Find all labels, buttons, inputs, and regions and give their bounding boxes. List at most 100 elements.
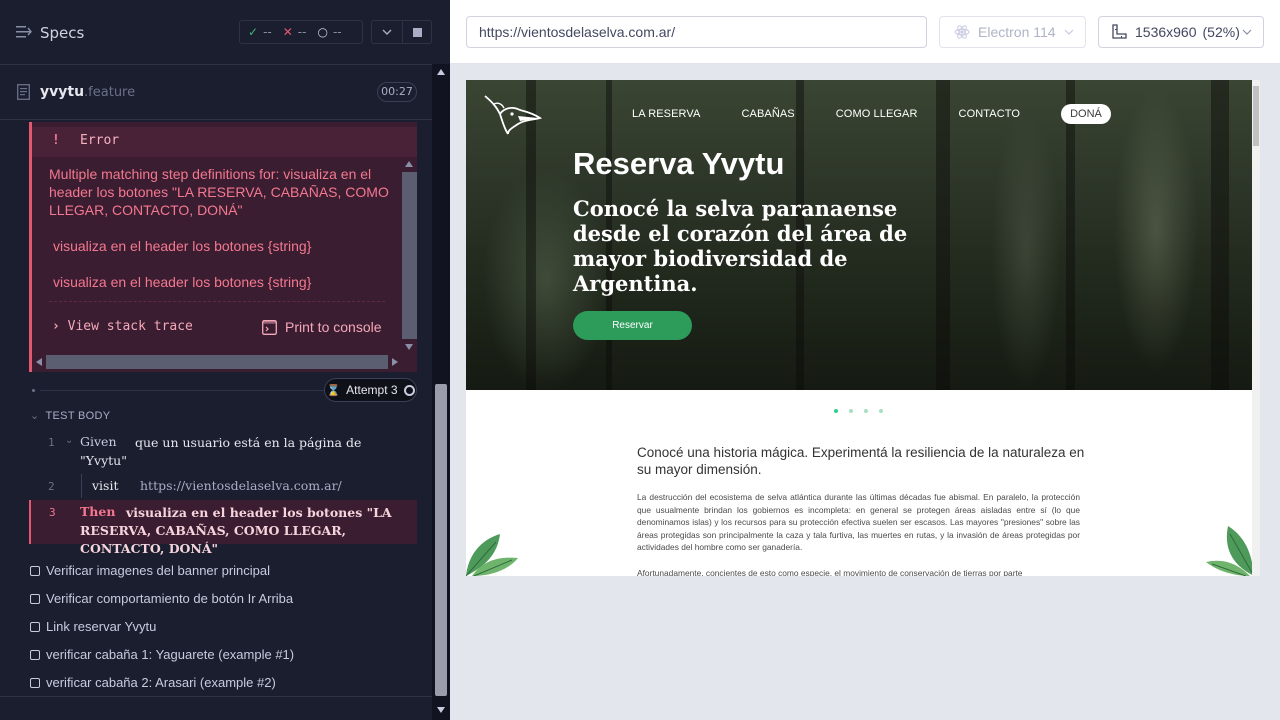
- nav-link-cabanas[interactable]: CABAÑAS: [741, 108, 794, 120]
- carousel-dots: [834, 409, 883, 413]
- viewport-selector[interactable]: 1536x960 (52%): [1098, 16, 1264, 48]
- pending-test-icon: [30, 621, 40, 632]
- toucan-logo-icon[interactable]: [482, 92, 542, 136]
- scroll-down-arrow-icon[interactable]: [437, 707, 445, 713]
- test-item[interactable]: verificar cabaña 2: Arasari (example #2): [30, 675, 276, 690]
- spec-duration: 00:27: [377, 82, 417, 102]
- error-icon: !: [52, 133, 60, 148]
- pending-count: --: [332, 25, 342, 39]
- view-stack-trace-button[interactable]: › View stack trace: [52, 319, 193, 334]
- scrollbar-thumb[interactable]: [402, 172, 417, 339]
- x-icon: ✕: [282, 25, 293, 39]
- command-message: que un usuario está en la página de "Yvy…: [80, 435, 362, 468]
- scrollbar-thumb[interactable]: [46, 355, 388, 369]
- attempt-marker: [32, 389, 35, 392]
- test-title: Verificar imagenes del banner principal: [46, 563, 271, 578]
- browser-toolbar: https://vientosdelaselva.com.ar/ Electro…: [450, 0, 1280, 64]
- command-row[interactable]: 1 ⌄ Given que un usuario está en la pági…: [29, 430, 417, 474]
- pending-test-icon: [30, 677, 40, 688]
- test-title: verificar cabaña 1: Yaguarete (example #…: [46, 647, 295, 662]
- command-number: 2: [48, 480, 55, 493]
- carousel-dot[interactable]: [834, 409, 838, 413]
- attempt-badge[interactable]: ⌛ Attempt 3: [324, 378, 417, 402]
- specs-header: Specs ✓ -- ✕ -- ○ --: [0, 0, 432, 65]
- scroll-right-arrow-icon[interactable]: [392, 358, 398, 366]
- print-to-console-button[interactable]: Print to console: [262, 319, 382, 335]
- browser-selector[interactable]: Electron 114: [939, 16, 1086, 48]
- test-item[interactable]: Verificar imagenes del banner principal: [30, 563, 270, 578]
- carousel-dot[interactable]: [864, 409, 868, 413]
- error-title-bar: ! Error: [32, 127, 417, 157]
- pending-test-icon: [30, 565, 40, 576]
- app-under-test-frame: LA RESERVA CABAÑAS COMO LLEGAR CONTACTO …: [466, 80, 1260, 576]
- error-horizontal-scrollbar[interactable]: [32, 355, 417, 369]
- test-body-header[interactable]: ⌄ TEST BODY: [30, 409, 110, 422]
- tree-trunk: [1211, 80, 1229, 390]
- test-title: Verificar comportamiento de botón Ir Arr…: [46, 591, 294, 606]
- scroll-up-arrow-icon[interactable]: [437, 69, 445, 75]
- specs-list-icon[interactable]: [16, 25, 32, 39]
- carousel-dot[interactable]: [849, 409, 853, 413]
- electron-icon: [954, 25, 970, 39]
- ruler-icon: [1112, 24, 1127, 39]
- command-log-scrollbar[interactable]: [432, 64, 450, 720]
- nesting-guide: [81, 474, 82, 498]
- intro-paragraph: Afortunadamente, concientes de esto como…: [637, 568, 1023, 576]
- pending-test-icon: [30, 593, 40, 604]
- spec-file-basename: yvytu: [40, 84, 85, 100]
- scrollbar-thumb[interactable]: [435, 384, 447, 696]
- command-message: visualiza en el header los botones "LA R…: [80, 505, 392, 556]
- command-log-panel: Specs ✓ -- ✕ -- ○ -- yvytu.feature 00:27…: [0, 0, 450, 720]
- page-scrollbar[interactable]: [1252, 80, 1260, 576]
- test-item[interactable]: Link reservar Yvytu: [30, 619, 156, 634]
- tree-trunk: [1066, 80, 1075, 390]
- test-item[interactable]: Verificar comportamiento de botón Ir Arr…: [30, 591, 293, 606]
- chevron-down-icon: ⌄: [30, 410, 40, 422]
- url-input[interactable]: https://vientosdelaselva.com.ar/: [466, 16, 927, 48]
- pending-test-icon: [30, 649, 40, 660]
- chevron-right-icon: ›: [52, 319, 60, 334]
- nav-link-como-llegar[interactable]: COMO LLEGAR: [836, 108, 918, 120]
- scrollbar-thumb[interactable]: [1253, 86, 1259, 146]
- terminal-icon: [262, 319, 277, 335]
- viewport-zoom: (52%): [1202, 24, 1240, 40]
- scroll-left-arrow-icon[interactable]: [36, 358, 42, 366]
- test-stats: ✓ -- ✕ -- ○ --: [239, 20, 363, 44]
- chevron-down-icon: [1064, 29, 1074, 35]
- error-match-line: visualiza en el header los botones {stri…: [53, 238, 312, 254]
- divider: [49, 301, 385, 302]
- browser-name: Electron 114: [978, 24, 1056, 40]
- spec-file-ext: .feature: [84, 85, 136, 100]
- error-vertical-scrollbar[interactable]: [402, 157, 417, 355]
- expand-button[interactable]: [371, 20, 403, 44]
- test-item[interactable]: verificar cabaña 1: Yaguarete (example #…: [30, 647, 294, 662]
- failed-count: --: [297, 25, 307, 39]
- pending-icon: ○: [317, 25, 328, 39]
- command-row-failed[interactable]: 3 Then visualiza en el header los botone…: [29, 500, 417, 556]
- scroll-down-arrow-icon[interactable]: [405, 344, 413, 350]
- carousel-dot[interactable]: [879, 409, 883, 413]
- reservar-button[interactable]: Reservar: [573, 311, 692, 340]
- nav-link-contacto[interactable]: CONTACTO: [959, 108, 1021, 120]
- intro-paragraph: La destrucción del ecosistema de selva a…: [637, 492, 1080, 553]
- attempt-label: Attempt 3: [346, 383, 398, 397]
- command-number: 3: [49, 506, 56, 519]
- specs-title[interactable]: Specs: [40, 24, 84, 42]
- check-icon: ✓: [248, 25, 259, 39]
- nav-link-la-reserva[interactable]: LA RESERVA: [632, 108, 700, 120]
- chevron-down-icon: [382, 29, 392, 35]
- test-title: Link reservar Yvytu: [46, 619, 157, 634]
- command-message: https://vientosdelaselva.com.ar/: [140, 478, 342, 493]
- nav-button-dona[interactable]: DONÁ: [1061, 104, 1111, 124]
- error-content: Multiple matching step definitions for: …: [32, 157, 402, 355]
- attempt-status-icon: [403, 384, 415, 396]
- scroll-up-arrow-icon[interactable]: [405, 161, 413, 167]
- test-body-label: TEST BODY: [45, 410, 111, 422]
- error-message: Multiple matching step definitions for: …: [49, 166, 389, 218]
- stop-button[interactable]: [403, 20, 432, 44]
- hourglass-icon: ⌛: [326, 384, 341, 397]
- app-preview-panel: https://vientosdelaselva.com.ar/ Electro…: [450, 0, 1280, 720]
- spec-file-name[interactable]: yvytu.feature: [40, 84, 135, 100]
- command-row[interactable]: 2 visit https://vientosdelaselva.com.ar/: [29, 474, 417, 498]
- pending-stat: ○ --: [317, 25, 341, 39]
